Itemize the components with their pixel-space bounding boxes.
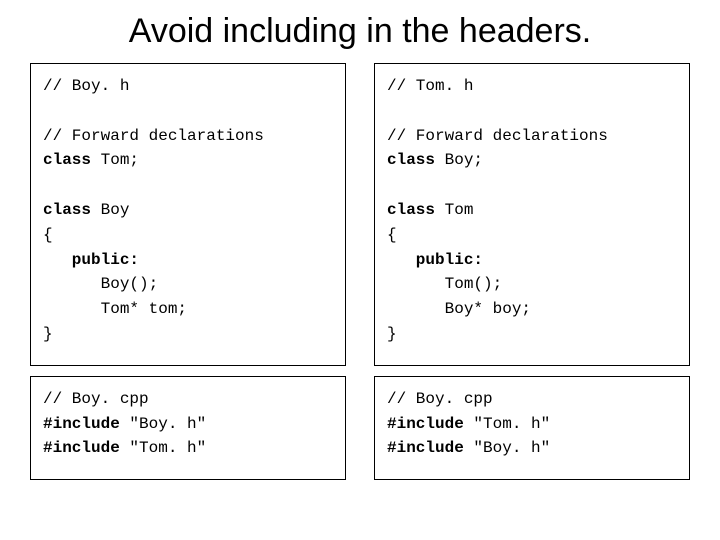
code-text: Boy xyxy=(91,201,129,219)
code-line: // Tom. h xyxy=(387,77,473,95)
code-line: // Boy. cpp xyxy=(43,390,149,408)
keyword-class: class xyxy=(387,151,435,169)
code-line: } xyxy=(387,325,397,343)
code-text: "Tom. h" xyxy=(464,415,550,433)
code-text: "Boy. h" xyxy=(464,439,550,457)
keyword-public: public: xyxy=(387,251,483,269)
code-text: "Tom. h" xyxy=(120,439,206,457)
code-text: "Boy. h" xyxy=(120,415,206,433)
code-box-boy-cpp: // Boy. cpp #include "Boy. h" #include "… xyxy=(30,376,346,480)
code-line: { xyxy=(387,226,397,244)
keyword-include: #include xyxy=(43,415,120,433)
code-text: Tom; xyxy=(91,151,139,169)
code-line: Boy(); xyxy=(43,275,158,293)
code-box-tom-cpp: // Boy. cpp #include "Tom. h" #include "… xyxy=(374,376,690,480)
code-line: { xyxy=(43,226,53,244)
code-line: } xyxy=(43,325,53,343)
code-line: // Boy. h xyxy=(43,77,129,95)
keyword-class: class xyxy=(387,201,435,219)
code-line: Tom(); xyxy=(387,275,502,293)
page-title: Avoid including in the headers. xyxy=(30,12,690,51)
code-line: // Forward declarations xyxy=(43,127,264,145)
code-text: Boy; xyxy=(435,151,483,169)
code-box-tom-h: // Tom. h // Forward declarations class … xyxy=(374,63,690,366)
code-box-boy-h: // Boy. h // Forward declarations class … xyxy=(30,63,346,366)
code-text: Tom xyxy=(435,201,473,219)
code-line: Boy* boy; xyxy=(387,300,531,318)
keyword-include: #include xyxy=(43,439,120,457)
code-grid: // Boy. h // Forward declarations class … xyxy=(30,63,690,480)
keyword-public: public: xyxy=(43,251,139,269)
code-line: // Boy. cpp xyxy=(387,390,493,408)
keyword-include: #include xyxy=(387,415,464,433)
keyword-class: class xyxy=(43,201,91,219)
keyword-class: class xyxy=(43,151,91,169)
keyword-include: #include xyxy=(387,439,464,457)
code-line: // Forward declarations xyxy=(387,127,608,145)
code-line: Tom* tom; xyxy=(43,300,187,318)
